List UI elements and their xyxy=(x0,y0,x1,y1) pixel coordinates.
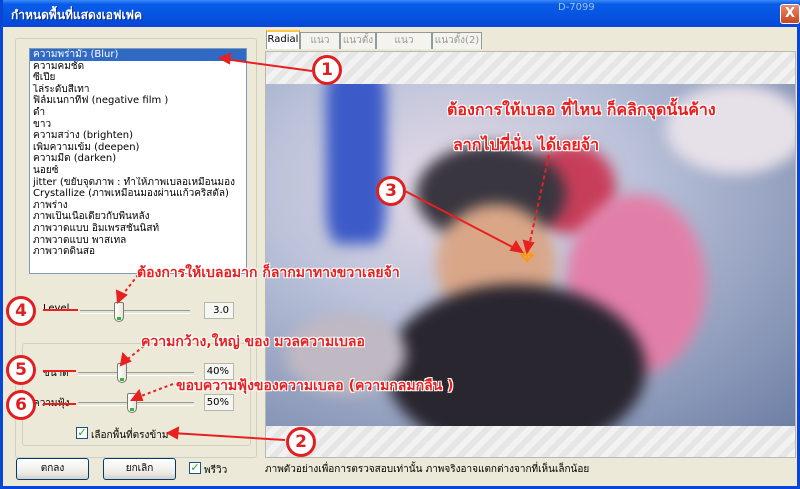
background-window-title: D-7099 xyxy=(558,2,595,13)
effect-list-item[interactable]: ภาพวาดแบบ พาสเทล xyxy=(30,235,246,247)
annotation-text-feather: ขอบความฟุ้งของความเบลอ (ความกลมกลืน ) xyxy=(176,378,454,394)
effect-list-item[interactable]: Crystallize (ภาพเหมือนมองผ่านแก้วคริสตัล… xyxy=(30,188,246,200)
annotation-number-1: 1 xyxy=(312,55,342,85)
level-value: 3.0 xyxy=(204,302,234,319)
annotation-number-3: 3 xyxy=(376,176,406,206)
annotation-number-5: 5 xyxy=(6,355,36,385)
size-slider-thumb[interactable] xyxy=(117,363,127,383)
tab-horizontal[interactable]: แนวขวาง xyxy=(300,32,340,61)
cancel-button[interactable]: ยกเลิก xyxy=(103,458,176,480)
annotation-text-drag: ลากไปที่นั่น ได้เลยจ้า xyxy=(453,135,600,154)
effect-list-item[interactable]: ความคมชัด xyxy=(30,61,246,73)
effect-list-item[interactable]: ฟิล์มเนกาทีฟ (negative film ) xyxy=(30,95,246,107)
effect-list-item[interactable]: นอยซ์ xyxy=(30,165,246,177)
effect-listbox[interactable]: ความพร่ามัว (Blur) ความคมชัด ซีเปีย ไล่ระดั… xyxy=(29,48,247,274)
invert-area-label: เลือกพื้นที่ตรงข้าม xyxy=(91,430,169,441)
effect-list-item[interactable]: ซีเปีย xyxy=(30,72,246,84)
ok-button[interactable]: ตกลง xyxy=(16,458,89,480)
preview-checkbox[interactable]: ✓ xyxy=(189,462,201,474)
effect-list-item[interactable]: ภาพวาดดินสอ xyxy=(30,246,246,258)
effect-list-item[interactable]: ไล่ระดับสีเทา xyxy=(30,84,246,96)
tab-vertical[interactable]: แนวตั้ง xyxy=(340,32,376,49)
effect-list-item[interactable]: ดำ xyxy=(30,107,246,119)
annotation-text-click-point: ต้องการให้เบลอ ที่ไหน ก็คลิกจุดนั้นค้าง xyxy=(447,100,716,119)
effect-list-item[interactable]: ความมืด (darken) xyxy=(30,153,246,165)
blur-center-handle[interactable]: ✥ xyxy=(519,248,535,266)
effect-list-item[interactable]: ภาพวาดแบบ อิมเพรสชั่นนิสท์ xyxy=(30,223,246,235)
effect-list-item[interactable]: เพิ่มความเข้ม (deepen) xyxy=(30,142,246,154)
effect-list-item[interactable]: ภาพเป็นเนื้อเดียวกับพื้นหลัง xyxy=(30,211,246,223)
tab-vertical-2[interactable]: แนวตั้ง(2) xyxy=(432,32,482,49)
level-slider-thumb[interactable] xyxy=(114,302,124,322)
size-label: ขนาด xyxy=(43,368,69,379)
annotation-number-6: 6 xyxy=(6,390,36,420)
effect-list-item[interactable]: ภาพร่าง xyxy=(30,200,246,212)
title-bar[interactable]: กำหนดพื้นที่แสดงเอฟเฟค D-7099 X xyxy=(3,0,800,27)
invert-area-checkbox[interactable]: ✓ xyxy=(76,427,88,439)
annotation-number-4: 4 xyxy=(6,296,36,326)
feather-label: ความฟุ้ง xyxy=(33,398,70,409)
effect-list-item[interactable]: jitter (ขยับจุดภาพ : ทำให้ภาพเบลอเหมือนม… xyxy=(30,177,246,189)
tab-radial[interactable]: Radial xyxy=(266,30,300,49)
level-label: Level xyxy=(43,303,70,314)
preview-label: พรีวิว xyxy=(204,465,228,476)
preview-caption: ภาพตัวอย่างเพื่อการตรวจสอบเท่านั้น ภาพจร… xyxy=(265,464,590,475)
window-title: กำหนดพื้นที่แสดงเอฟเฟค xyxy=(11,8,143,22)
close-button[interactable]: X xyxy=(780,4,800,24)
tab-horizontal-2[interactable]: แนวขวาง(2) xyxy=(376,32,432,61)
feather-slider-thumb[interactable] xyxy=(127,393,137,413)
annotation-text-level: ต้องการให้เบลอมาก ก็ลากมาทางขวาเลยจ้า xyxy=(137,265,400,281)
annotation-text-size: ความกว้าง,ใหญ่ ของ มวลความเบลอ xyxy=(141,334,365,350)
effect-list-item[interactable]: ความสว่าง (brighten) xyxy=(30,130,246,142)
effect-list-item[interactable]: ขาว xyxy=(30,119,246,131)
effect-list-item[interactable]: ความพร่ามัว (Blur) xyxy=(30,49,246,61)
level-slider-track[interactable] xyxy=(80,310,190,314)
annotation-number-2: 2 xyxy=(286,427,316,457)
